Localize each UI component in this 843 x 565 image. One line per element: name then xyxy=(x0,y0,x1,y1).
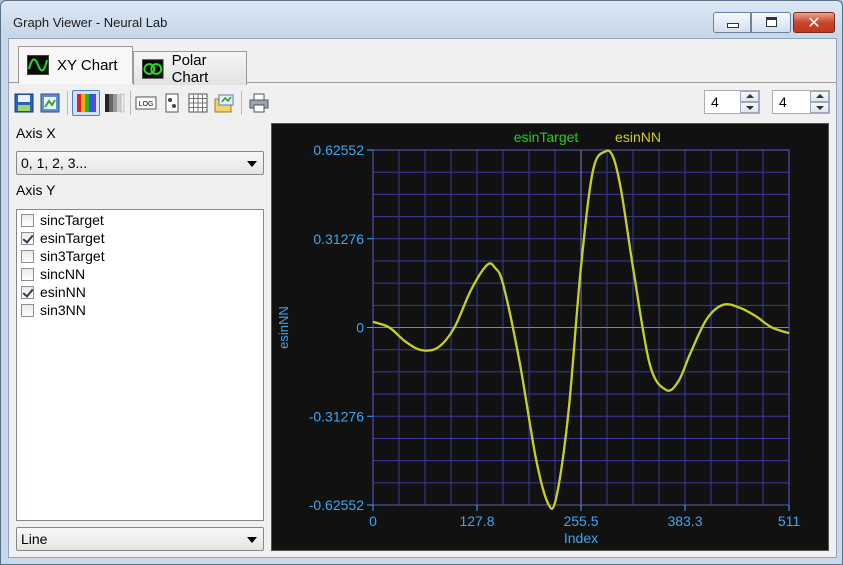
maximize-icon xyxy=(766,17,777,27)
list-item[interactable]: sincTarget xyxy=(21,211,104,229)
list-item[interactable]: sin3NN xyxy=(21,301,86,319)
spinner-buttons xyxy=(810,91,829,113)
export-icon[interactable] xyxy=(213,92,235,114)
y-tick-label: 0.62552 xyxy=(313,142,364,158)
chevron-down-icon xyxy=(247,537,257,543)
tab-xy-chart[interactable]: XY Chart xyxy=(18,46,133,84)
spin-down-arrow-icon[interactable] xyxy=(810,102,829,113)
list-item[interactable]: esinTarget xyxy=(21,229,105,247)
tab-strip: XY Chart Polar Chart xyxy=(9,39,836,86)
checkbox[interactable] xyxy=(21,303,34,317)
x-tick-label: 0 xyxy=(369,513,377,529)
axis-x-dropdown[interactable]: 0, 1, 2, 3... xyxy=(16,151,264,175)
spin-up-arrow-icon[interactable] xyxy=(740,91,759,102)
minimize-icon xyxy=(727,23,739,28)
close-icon: ✕ xyxy=(807,13,821,32)
tab-polar-chart[interactable]: Polar Chart xyxy=(133,51,247,86)
grayscale-palette-icon[interactable] xyxy=(103,92,125,114)
y-tick-label: -0.31276 xyxy=(309,408,364,424)
y-tick-label: 0.31276 xyxy=(313,231,364,247)
x-divisions-value: 4 xyxy=(711,94,719,110)
y-tick-label: -0.62552 xyxy=(309,497,364,513)
item-label: sin3Target xyxy=(40,248,105,264)
axis-y-listbox[interactable]: sincTarget esinTarget sin3Target sincNN … xyxy=(16,209,264,521)
color-palette-icon[interactable] xyxy=(72,90,100,116)
toolbar-separator xyxy=(67,91,68,115)
spin-up-arrow-icon[interactable] xyxy=(810,91,829,102)
y-divisions-value: 4 xyxy=(779,94,787,110)
copy-image-icon[interactable] xyxy=(39,92,61,114)
item-label: sincNN xyxy=(40,266,86,282)
tab-label: XY Chart xyxy=(57,56,118,74)
axis-x-label: Axis X xyxy=(16,125,56,141)
print-icon[interactable] xyxy=(248,92,270,114)
close-button[interactable]: ✕ xyxy=(793,12,835,33)
tab-label: Polar Chart xyxy=(171,51,209,86)
item-label: esinTarget xyxy=(40,230,105,246)
list-item[interactable]: sin3Target xyxy=(21,247,105,265)
chart-panel[interactable]: 0.62552 0.31276 0 -0.31276 -0.62552 0 127.8 255… xyxy=(271,123,829,551)
checkbox[interactable] xyxy=(21,267,34,281)
x-tick-label: 255.5 xyxy=(563,513,598,529)
axis-y-label: Axis Y xyxy=(16,182,56,198)
app-window: Graph Viewer - Neural Lab ✕ XY Chart Pol… xyxy=(0,0,843,565)
list-item[interactable]: sincNN xyxy=(21,265,85,283)
x-tick-label: 511 xyxy=(778,513,801,529)
legend-esinTarget: esinTarget xyxy=(514,129,579,145)
plot-style-dropdown[interactable]: Line xyxy=(16,527,264,551)
x-axis-label: Index xyxy=(564,530,598,546)
plot-style-selected: Line xyxy=(21,531,48,547)
item-label: sincTarget xyxy=(40,212,104,228)
checkbox[interactable] xyxy=(21,231,34,245)
minimize-button[interactable] xyxy=(713,12,751,33)
chevron-down-icon xyxy=(247,161,257,167)
window-title: Graph Viewer - Neural Lab xyxy=(13,15,168,30)
log-scale-label: LOG xyxy=(139,101,154,108)
grid-icon[interactable] xyxy=(187,92,209,114)
toolbar-separator xyxy=(130,91,131,115)
y-tick-label: 0 xyxy=(356,320,364,336)
maximize-button[interactable] xyxy=(751,12,791,33)
axis-x-selected: 0, 1, 2, 3... xyxy=(21,155,88,171)
spinner-buttons xyxy=(740,91,759,113)
item-label: sin3NN xyxy=(40,302,86,318)
y-axis-label: esinNN xyxy=(276,306,291,349)
checkbox[interactable] xyxy=(21,285,34,299)
xy-chart-icon xyxy=(27,55,49,75)
item-label: esinNN xyxy=(40,284,86,300)
save-icon[interactable] xyxy=(13,92,35,114)
toolbar-separator xyxy=(241,91,242,115)
plot-background xyxy=(272,124,828,550)
checkbox[interactable] xyxy=(21,249,34,263)
title-bar[interactable]: Graph Viewer - Neural Lab ✕ xyxy=(1,1,842,37)
x-divisions-spinner[interactable]: 4 xyxy=(704,90,760,114)
spin-down-arrow-icon[interactable] xyxy=(740,102,759,113)
x-tick-label: 127.8 xyxy=(459,513,494,529)
x-tick-label: 383.3 xyxy=(667,513,702,529)
checkbox[interactable] xyxy=(21,213,34,227)
y-divisions-spinner[interactable]: 4 xyxy=(772,90,830,114)
list-item[interactable]: esinNN xyxy=(21,283,86,301)
legend-esinNN: esinNN xyxy=(615,129,661,145)
log-scale-icon[interactable]: LOG xyxy=(135,92,157,114)
scatter-icon[interactable] xyxy=(161,92,183,114)
client-area: XY Chart Polar Chart LOG 4 4 Axis X 0, 1… xyxy=(8,38,837,558)
polar-chart-icon xyxy=(142,58,164,79)
xy-chart[interactable]: 0.62552 0.31276 0 -0.31276 -0.62552 0 127.8 255… xyxy=(272,124,828,550)
